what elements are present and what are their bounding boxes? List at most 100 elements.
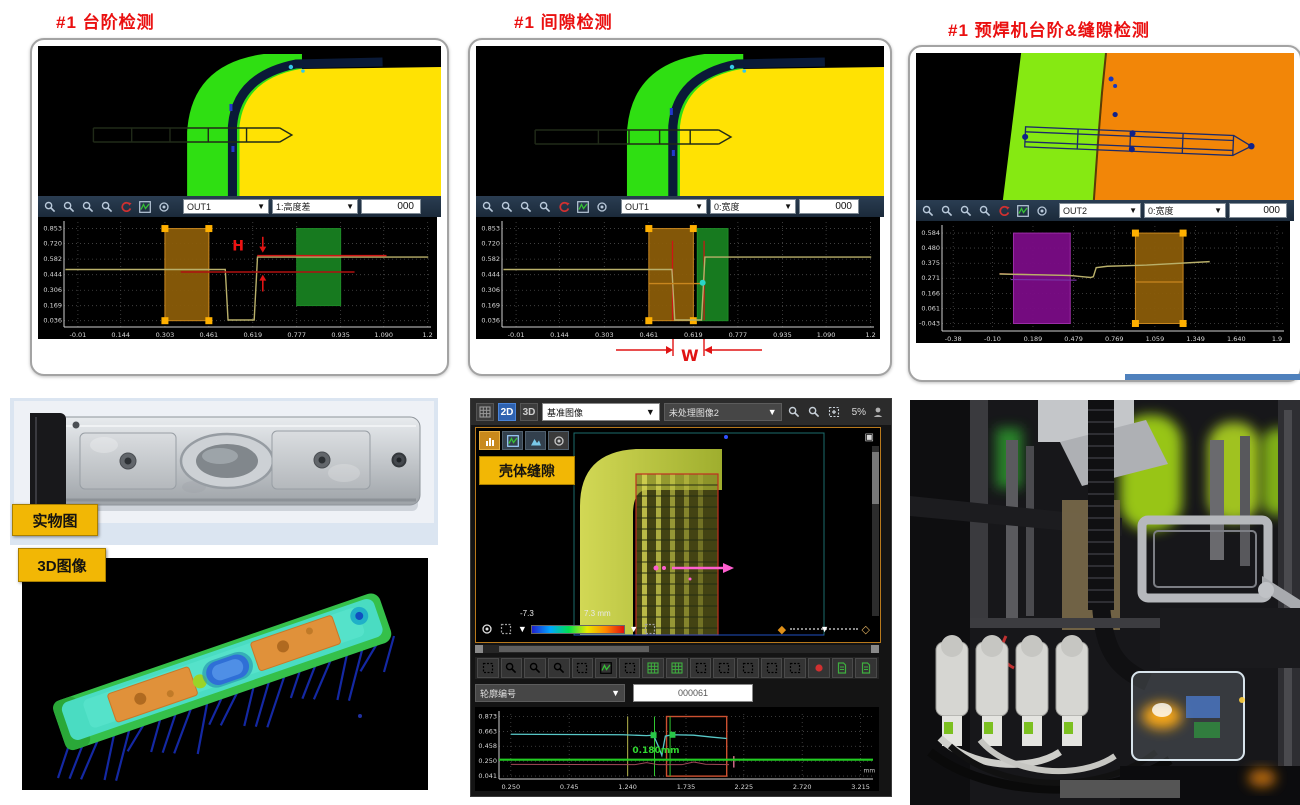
svg-text:0.306: 0.306 (43, 286, 62, 294)
trace-icon[interactable] (477, 658, 499, 678)
pan-icon[interactable] (572, 658, 594, 678)
zoom-out-icon[interactable] (499, 199, 515, 215)
zoom-region-icon[interactable] (537, 199, 553, 215)
snapshot-icon[interactable] (855, 658, 877, 678)
roi-add-icon[interactable] (761, 658, 783, 678)
range-icon[interactable] (498, 621, 513, 637)
compare-icon[interactable] (690, 658, 712, 678)
prewelder-heightmap-image (916, 53, 1294, 200)
prewelder-toolbar: OUT2▼ 0:宽度▼ 000 (916, 200, 1294, 221)
zoom-out-icon[interactable] (806, 404, 822, 420)
svg-text:0.479: 0.479 (1064, 335, 1083, 343)
scan-viewport[interactable]: 壳体缝隙 ▣ -7.3 7.3 mm ▼ ▼ ◆ ▼ ◇ (475, 427, 881, 643)
profile-view-icon[interactable] (502, 431, 523, 450)
prewelder-profile-chart: -0.38-0.100.1890.4790.7691.0591.3491.640… (916, 221, 1290, 343)
zoom-in-icon[interactable] (501, 658, 523, 678)
step-profile-chart: H-0.010.1440.3030.4610.6190.7770.9351.09… (38, 217, 437, 339)
zoom-out-icon[interactable] (61, 199, 77, 215)
measure-value[interactable]: 000 (1229, 203, 1287, 218)
zoom-out-icon[interactable] (524, 658, 546, 678)
profile-number-value[interactable]: 000061 (633, 684, 753, 702)
panel1-title: #1 台阶检测 (56, 8, 155, 33)
measure-select[interactable]: 1:高度差▼ (272, 199, 358, 214)
waveform-icon[interactable] (1015, 203, 1031, 219)
roi-move-icon[interactable] (784, 658, 806, 678)
viewport-hscrollbar[interactable] (475, 645, 879, 653)
palette-icon[interactable] (1034, 203, 1050, 219)
invert-icon[interactable] (642, 621, 657, 637)
zoom-region-icon[interactable] (99, 199, 115, 215)
user-panel-icon[interactable] (870, 404, 886, 420)
zoom-in-icon[interactable] (920, 203, 936, 219)
undo-icon[interactable] (556, 199, 572, 215)
scale-handle-left[interactable]: ▼ (518, 624, 527, 634)
zoom-fit-icon[interactable] (80, 199, 96, 215)
record-icon[interactable] (808, 658, 830, 678)
gap-heightmap-image (476, 46, 884, 196)
profile-icon[interactable] (595, 658, 617, 678)
measure-select[interactable]: 0:宽度▼ (710, 199, 796, 214)
svg-text:1.640: 1.640 (1227, 335, 1246, 343)
diamond-marker-icon[interactable]: ◆ (778, 623, 786, 636)
fullscreen-icon[interactable]: ▣ (865, 432, 875, 443)
pin-tool-icon[interactable] (548, 431, 569, 450)
svg-text:3.215: 3.215 (851, 783, 870, 791)
mode-3d-button[interactable]: 3D (520, 403, 538, 421)
mask-icon[interactable] (713, 658, 735, 678)
waveform-icon[interactable] (137, 199, 153, 215)
layout-icon[interactable] (476, 403, 494, 421)
zoom-fit-icon[interactable] (518, 199, 534, 215)
width-letter: W (681, 346, 699, 365)
zoom-region-icon[interactable] (977, 203, 993, 219)
height-colormap[interactable] (531, 625, 626, 634)
stretch-icon[interactable] (666, 658, 688, 678)
svg-text:0.036: 0.036 (43, 317, 62, 325)
export-icon[interactable] (832, 658, 854, 678)
output-select[interactable]: OUT1▼ (183, 199, 269, 214)
gap-profile-chart: -0.010.1440.3030.4610.6190.7770.9351.090… (476, 217, 880, 339)
svg-text:1.735: 1.735 (677, 783, 696, 791)
zoom-fit-icon[interactable] (958, 203, 974, 219)
output-select[interactable]: OUT2▼ (1059, 203, 1141, 218)
heightmap-scene (916, 53, 1294, 200)
output-select[interactable]: OUT1▼ (621, 199, 707, 214)
svg-text:2.225: 2.225 (735, 783, 754, 791)
diamond-outline-icon[interactable]: ◇ (862, 623, 870, 636)
three-d-image-panel (22, 558, 428, 790)
palette-icon[interactable] (156, 199, 172, 215)
measure-value[interactable]: 000 (361, 199, 421, 214)
grid-icon[interactable] (642, 658, 664, 678)
measure-select[interactable]: 0:宽度▼ (1144, 203, 1226, 218)
zoom-in-icon[interactable] (42, 199, 58, 215)
pitch-icon[interactable] (619, 658, 641, 678)
image-type-select[interactable]: 基准图像▼ (542, 403, 660, 421)
svg-text:0.873: 0.873 (478, 713, 497, 721)
svg-text:0.480: 0.480 (921, 244, 940, 252)
mode-2d-button[interactable]: 2D (498, 403, 516, 421)
chevron-down-icon: ▼ (1214, 206, 1222, 215)
svg-text:0.303: 0.303 (156, 331, 175, 339)
height-image-icon[interactable] (479, 431, 500, 450)
undo-icon[interactable] (996, 203, 1012, 219)
target-icon[interactable] (479, 621, 494, 637)
palette-icon[interactable] (594, 199, 610, 215)
three-d-image-label: 3D图像 (18, 548, 106, 582)
measure-value[interactable]: 000 (799, 199, 859, 214)
roi-icon[interactable] (737, 658, 759, 678)
position-slider[interactable]: ▼ (790, 628, 857, 630)
zoom-in-icon[interactable] (480, 199, 496, 215)
mountain-view-icon[interactable] (525, 431, 546, 450)
zoom-in-icon[interactable] (786, 404, 802, 420)
undo-icon[interactable] (118, 199, 134, 215)
svg-text:0.041: 0.041 (478, 772, 497, 780)
zoom-out-icon[interactable] (939, 203, 955, 219)
gap-measure-region[interactable] (636, 474, 718, 635)
waveform-icon[interactable] (575, 199, 591, 215)
heightmap-scene (38, 46, 441, 196)
fit-view-icon[interactable] (826, 404, 842, 420)
scale-handle-right[interactable]: ▼ (629, 624, 638, 634)
processing-image-select[interactable]: 未处理图像2▼ (664, 403, 782, 421)
viewport-vscrollbar[interactable] (872, 446, 879, 616)
profile-number-select[interactable]: 轮廓编号▼ (475, 684, 625, 702)
zoom-region-icon[interactable] (548, 658, 570, 678)
